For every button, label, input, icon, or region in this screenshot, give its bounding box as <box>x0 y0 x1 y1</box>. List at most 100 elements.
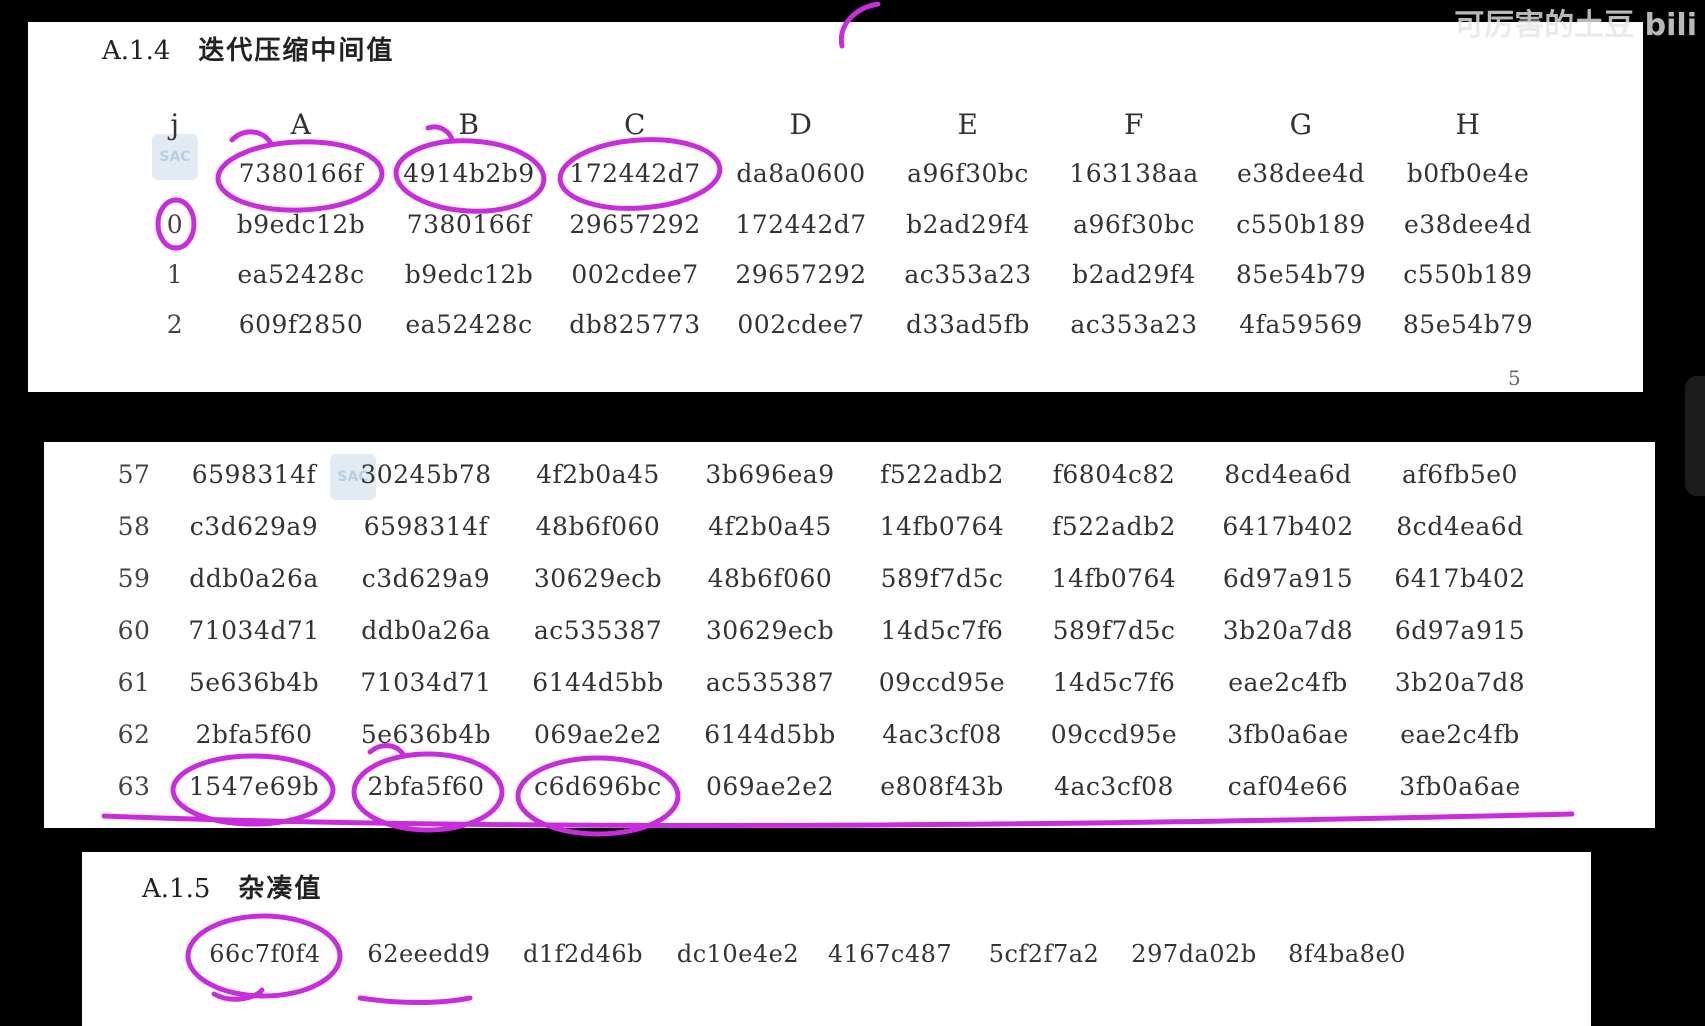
table-cell: ac353a23 <box>1070 310 1198 339</box>
column-header-h: H <box>1455 108 1481 141</box>
table-cell: 4f2b0a45 <box>536 460 660 489</box>
table-cell: 4914b2b9 <box>403 159 535 188</box>
table-cell: 14fb0764 <box>879 512 1005 541</box>
table-cell: 48b6f060 <box>707 564 833 593</box>
table-cell: caf04e66 <box>1227 772 1349 801</box>
column-header-b: B <box>458 108 480 141</box>
page-number: 5 <box>1508 366 1521 390</box>
table-cell: ea52428c <box>405 310 533 339</box>
table-cell: 2bfa5f60 <box>367 772 485 801</box>
table-cell: 29657292 <box>735 260 867 289</box>
table-cell: e38dee4d <box>1403 210 1533 239</box>
table-cell: 30245b78 <box>360 460 492 489</box>
section-heading-a15: A.1.5 杂凑值 <box>142 868 322 905</box>
table-cell: 14fb0764 <box>1051 564 1177 593</box>
table-cell: ac535387 <box>705 668 835 697</box>
table-cell: ea52428c <box>237 260 365 289</box>
table-cell: ddb0a26a <box>361 616 491 645</box>
row-index: 58 <box>117 512 151 541</box>
appendix-page-a14: A.1.4 迭代压缩中间值 SAC j A B C D E F G H 7380166f 4914b2… <box>28 22 1643 392</box>
table-cell: 7380166f <box>406 210 532 239</box>
table-cell: 6598314f <box>191 460 317 489</box>
table-cell: c550b189 <box>1236 210 1366 239</box>
table-cell: b9edc12b <box>236 210 366 239</box>
table-cell: f522adb2 <box>880 460 1004 489</box>
table-cell: 6144d5bb <box>704 720 836 749</box>
table-cell: 163138aa <box>1069 159 1199 188</box>
column-header-j: j <box>170 108 180 141</box>
table-cell: 5e636b4b <box>360 720 492 749</box>
hash-word: 5cf2f7a2 <box>988 940 1100 968</box>
table-cell: 589f7d5c <box>1052 616 1176 645</box>
table-cell: 71034d71 <box>188 616 320 645</box>
column-header-e: E <box>957 108 979 141</box>
table-cell: 14d5c7f6 <box>1052 668 1176 697</box>
section-number: A.1.5 <box>142 874 211 904</box>
table-cell: 589f7d5c <box>880 564 1004 593</box>
table-cell: 6598314f <box>363 512 489 541</box>
table-cell: a96f30bc <box>1073 210 1195 239</box>
table-cell: 85e54b79 <box>1235 260 1367 289</box>
table-cell: e38dee4d <box>1236 159 1366 188</box>
hash-word: 8f4ba8e0 <box>1288 940 1406 968</box>
table-cell: c3d629a9 <box>189 512 319 541</box>
table-cell: da8a0600 <box>736 159 866 188</box>
column-header-c: C <box>624 108 646 141</box>
table-cell: c550b189 <box>1403 260 1533 289</box>
hash-word: 297da02b <box>1131 940 1257 968</box>
table-cell: a96f30bc <box>907 159 1029 188</box>
table-cell: c3d629a9 <box>361 564 491 593</box>
table-cell: 6417b402 <box>1222 512 1354 541</box>
table-cell: 14d5c7f6 <box>880 616 1004 645</box>
table-cell: 71034d71 <box>360 668 492 697</box>
table-cell: f522adb2 <box>1052 512 1176 541</box>
table-cell: 09ccd95e <box>1050 720 1178 749</box>
section-title: 杂凑值 <box>238 874 323 904</box>
side-panel-handle[interactable] <box>1685 376 1705 496</box>
table-cell: b2ad29f4 <box>1072 260 1196 289</box>
table-cell: 09ccd95e <box>878 668 1006 697</box>
appendix-page-a15: A.1.5 杂凑值 66c7f0f4 62eeedd9 d1f2d46b dc10e4e… <box>82 852 1591 1026</box>
row-index: 60 <box>117 616 151 645</box>
table-cell: b2ad29f4 <box>906 210 1030 239</box>
table-cell: 48b6f060 <box>535 512 661 541</box>
table-cell: 7380166f <box>238 159 364 188</box>
table-cell: ac353a23 <box>904 260 1032 289</box>
table-cell: 8cd4ea6d <box>1224 460 1352 489</box>
table-cell: 609f2850 <box>238 310 364 339</box>
table-cell: 6d97a915 <box>1394 616 1526 645</box>
row-index: 0 <box>166 210 184 239</box>
table-cell: 4f2b0a45 <box>708 512 832 541</box>
table-cell: 3b20a7d8 <box>1222 616 1354 645</box>
table-cell: e808f43b <box>880 772 1004 801</box>
table-cell: b9edc12b <box>404 260 534 289</box>
hash-word: 4167c487 <box>827 940 953 968</box>
table-cell: db825773 <box>569 310 701 339</box>
table-cell: 5e636b4b <box>188 668 320 697</box>
table-cell: 4fa59569 <box>1239 310 1363 339</box>
table-cell: f6804c82 <box>1052 460 1176 489</box>
column-header-a: A <box>290 108 312 141</box>
row-index: 63 <box>117 772 151 801</box>
table-cell: eae2c4fb <box>1400 720 1520 749</box>
section-number: A.1.4 <box>102 36 171 66</box>
appendix-page-continued: SAC 57 6598314f 30245b78 4f2b0a45 3b696ea9 f5… <box>44 442 1655 828</box>
row-index: 57 <box>117 460 151 489</box>
column-header-d: D <box>789 108 813 141</box>
table-cell: 30629ecb <box>533 564 663 593</box>
row-index: 59 <box>117 564 151 593</box>
table-cell: 172442d7 <box>569 159 701 188</box>
table-cell: 4ac3cf08 <box>1054 772 1174 801</box>
table-cell: 069ae2e2 <box>705 772 835 801</box>
row-index: 2 <box>166 310 184 339</box>
column-header-f: F <box>1124 108 1144 141</box>
bilibili-watermark: 可厉害的土豆 bili <box>1454 8 1697 43</box>
hash-word: d1f2d46b <box>522 940 644 968</box>
table-cell: 85e54b79 <box>1402 310 1534 339</box>
table-cell: ddb0a26a <box>189 564 319 593</box>
table-cell: 3b20a7d8 <box>1394 668 1526 697</box>
row-index: 62 <box>117 720 151 749</box>
table-cell: 1547e69b <box>188 772 320 801</box>
table-cell: ac535387 <box>533 616 663 645</box>
hash-word: 62eeedd9 <box>367 940 491 968</box>
